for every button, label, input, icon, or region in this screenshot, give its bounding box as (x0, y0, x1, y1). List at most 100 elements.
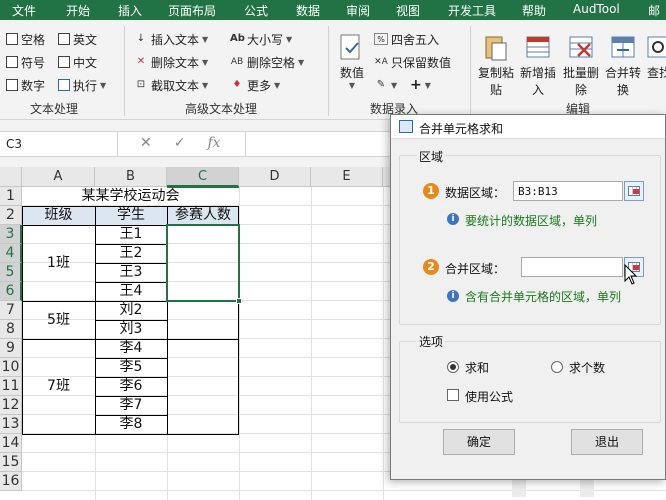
plus-icon: + (410, 77, 422, 93)
data-range-input[interactable]: B3:B13 (513, 181, 623, 201)
student-cell[interactable]: 刘3 (95, 320, 167, 339)
student-cell[interactable]: 王1 (95, 225, 167, 244)
row-header[interactable]: 7 (0, 301, 22, 320)
tab-developer[interactable]: 开发工具 (448, 2, 496, 19)
class-cell[interactable]: 7班 (22, 339, 95, 434)
more-icon: ♦ (232, 79, 242, 90)
gridline (22, 490, 666, 491)
use-formula-checkbox[interactable] (447, 389, 459, 401)
keep-value-icon: ✕A (374, 57, 388, 67)
sheet-title-cell[interactable]: 某某学校运动会 (22, 187, 239, 206)
dialog-title-bar[interactable]: 合并单元格求和 (391, 115, 665, 139)
tab-insert[interactable]: 插入 (118, 2, 142, 19)
header-cell-class[interactable]: 班级 (22, 206, 95, 225)
confirm-icon[interactable]: ✓ (174, 135, 186, 151)
student-cell[interactable]: 王3 (95, 263, 167, 282)
column-header-b[interactable]: B (95, 167, 167, 187)
row-header[interactable]: 6 (0, 282, 22, 301)
case-button[interactable]: Ab 大小写 ▼ (230, 31, 292, 47)
row-header[interactable]: 10 (0, 358, 22, 377)
fill-handle[interactable] (236, 298, 242, 304)
row-header[interactable]: 14 (0, 434, 22, 453)
header-cell-student[interactable]: 学生 (95, 206, 167, 225)
student-cell[interactable]: 王4 (95, 282, 167, 301)
tab-view[interactable]: 视图 (396, 2, 420, 19)
value-button[interactable]: 数值 ▼ (334, 32, 370, 90)
tab-help[interactable]: 帮助 (522, 2, 546, 19)
radio-sum[interactable] (447, 361, 459, 373)
student-cell[interactable]: 李4 (95, 339, 167, 358)
student-cell[interactable]: 李8 (95, 415, 167, 434)
tab-home[interactable]: 开始 (66, 2, 90, 19)
class-cell[interactable]: 1班 (22, 225, 95, 301)
tab-mail[interactable]: 邮 (648, 2, 660, 19)
header-cell-count[interactable]: 参赛人数 (167, 206, 239, 225)
chevron-down-icon: ▼ (286, 34, 293, 44)
merge-convert-button[interactable]: 合并转换 (604, 32, 642, 98)
delete-text-button[interactable]: ✕ 删除文本 ▼ (134, 54, 208, 70)
name-box[interactable]: C3 (0, 132, 118, 156)
checkbox-space[interactable]: 空格 (6, 31, 45, 47)
student-cell[interactable]: 李7 (95, 396, 167, 415)
row-header[interactable]: 3 (0, 225, 22, 244)
radio-count[interactable] (551, 361, 563, 373)
tab-formulas[interactable]: 公式 (244, 2, 268, 19)
copy-paste-button[interactable]: 复制粘贴 (476, 32, 516, 98)
class-cell[interactable]: 5班 (22, 301, 95, 339)
row-header[interactable]: 5 (0, 263, 22, 282)
row-header[interactable]: 12 (0, 396, 22, 415)
execute-icon (58, 79, 70, 91)
batch-delete-button[interactable]: 批量删除 (561, 32, 601, 98)
data-range-picker-button[interactable] (624, 181, 644, 201)
column-header-a[interactable]: A (22, 167, 95, 187)
fx-icon[interactable]: fx (207, 135, 220, 151)
select-all-corner[interactable] (0, 167, 22, 187)
tab-audtool[interactable]: AudTool (573, 2, 620, 16)
checkbox-english[interactable]: 英文 (58, 31, 97, 47)
row-header[interactable]: 11 (0, 377, 22, 396)
tab-file[interactable]: 文件 (12, 2, 36, 19)
student-cell[interactable]: 李6 (95, 377, 167, 396)
table-border (22, 434, 239, 435)
chevron-down-icon: ▼ (202, 57, 209, 67)
row-header[interactable]: 4 (0, 244, 22, 263)
checkbox-number[interactable]: 数字 (6, 77, 45, 93)
row-header[interactable]: 9 (0, 339, 22, 358)
exit-button[interactable]: 退出 (571, 429, 643, 455)
keep-value-button[interactable]: ✕A 只保留数值 (374, 54, 451, 70)
round-button[interactable]: % 四舍五入 (374, 31, 439, 47)
checkbox-icon (6, 79, 18, 91)
tab-data[interactable]: 数据 (296, 2, 320, 19)
ok-button[interactable]: 确定 (443, 429, 515, 455)
column-header-e[interactable]: E (311, 167, 383, 187)
edit-dropdown-button[interactable]: ✎ ▼ (374, 77, 397, 93)
delete-space-button[interactable]: AB 删除空格 ▼ (230, 54, 304, 70)
column-header-c[interactable]: C (167, 167, 239, 187)
row-header[interactable]: 1 (0, 187, 22, 206)
student-cell[interactable]: 王2 (95, 244, 167, 263)
execute-button[interactable]: 执行 ▼ (58, 77, 106, 93)
student-cell[interactable]: 李5 (95, 358, 167, 377)
add-button[interactable]: + ▼ (410, 77, 431, 93)
use-formula-label: 使用公式 (465, 390, 514, 404)
round-icon: % (374, 33, 388, 45)
insert-new-button[interactable]: 新增插入 (518, 32, 558, 98)
row-header[interactable]: 8 (0, 320, 22, 339)
cancel-icon[interactable]: ✕ (140, 135, 152, 151)
row-header[interactable]: 13 (0, 415, 22, 434)
merge-range-input[interactable] (521, 257, 623, 277)
tab-review[interactable]: 审阅 (346, 2, 370, 19)
checkbox-chinese[interactable]: 中文 (58, 54, 97, 70)
more-button[interactable]: ♦ 更多 ▼ (230, 77, 281, 93)
tab-page-layout[interactable]: 页面布局 (168, 2, 216, 19)
row-header[interactable]: 15 (0, 453, 22, 472)
extract-text-button[interactable]: ⊡ 截取文本 ▼ (134, 77, 208, 93)
find-button[interactable]: 查找 (644, 32, 666, 81)
row-header[interactable]: 2 (0, 206, 22, 225)
checkbox-symbol[interactable]: 符号 (6, 54, 45, 70)
row-header[interactable]: 16 (0, 472, 22, 491)
insert-text-button[interactable]: ↓ 插入文本 ▼ (134, 31, 208, 47)
cell-selection[interactable] (166, 224, 240, 302)
column-header-d[interactable]: D (239, 167, 311, 187)
student-cell[interactable]: 刘2 (95, 301, 167, 320)
